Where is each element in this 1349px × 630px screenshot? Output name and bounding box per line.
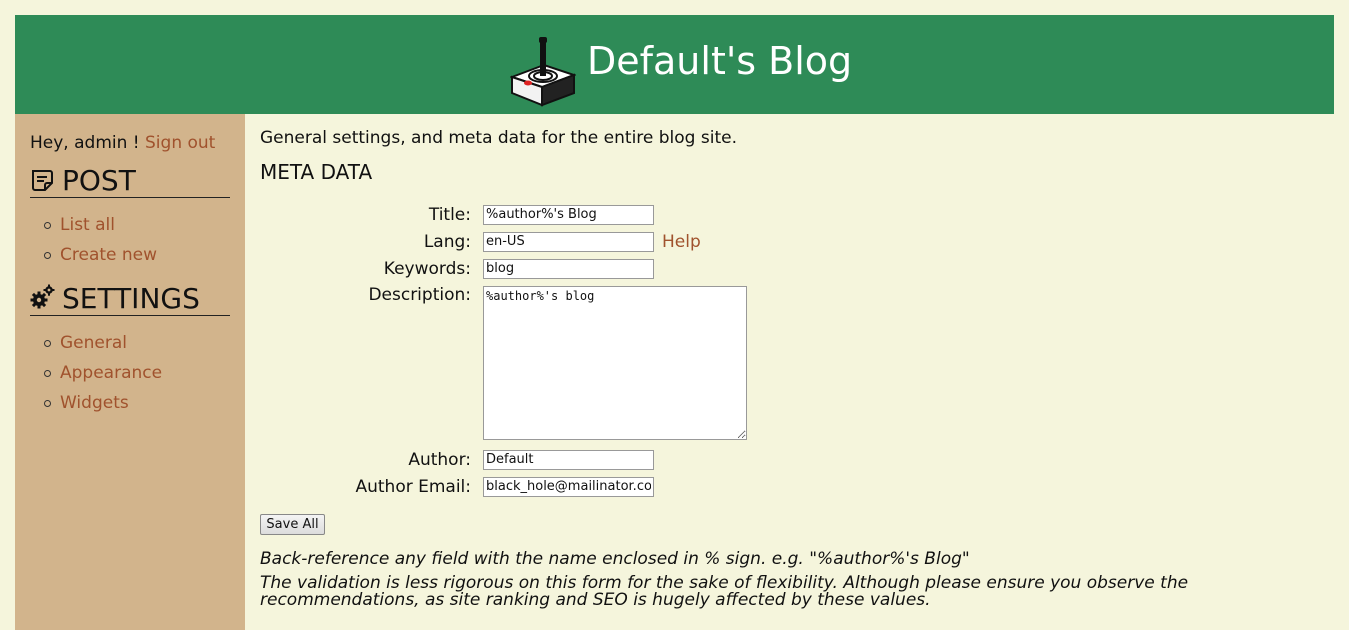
- keywords-label: Keywords:: [383, 259, 471, 279]
- section-title-post: POST: [62, 164, 136, 197]
- settings-nav: General Appearance Widgets: [43, 333, 162, 423]
- lang-input[interactable]: [483, 232, 654, 252]
- nav-link-widgets[interactable]: Widgets: [60, 393, 129, 413]
- nav-link-general[interactable]: General: [60, 333, 127, 353]
- nav-link-appearance[interactable]: Appearance: [60, 363, 162, 383]
- author-email-input[interactable]: [483, 477, 654, 497]
- sign-out-link[interactable]: Sign out: [145, 133, 215, 153]
- nav-item-create-new[interactable]: Create new: [43, 245, 157, 275]
- validation-note: The validation is less rigorous on this …: [260, 573, 1189, 610]
- lang-label: Lang:: [423, 232, 471, 252]
- page-intro: General settings, and meta data for the …: [260, 128, 737, 148]
- post-icon: [32, 170, 53, 191]
- description-label: Description:: [368, 285, 471, 305]
- sidebar-section-post: POST: [30, 164, 230, 198]
- title-label: Title:: [428, 205, 471, 225]
- description-textarea[interactable]: %author%'s blog: [483, 286, 747, 440]
- meta-data-heading: META DATA: [260, 160, 373, 184]
- lang-help-link[interactable]: Help: [662, 232, 701, 252]
- back-reference-note: Back-reference any field with the name e…: [260, 549, 970, 569]
- author-email-label: Author Email:: [355, 477, 471, 497]
- nav-item-list-all[interactable]: List all: [43, 215, 157, 245]
- nav-link-list-all[interactable]: List all: [60, 215, 115, 235]
- joystick-icon[interactable]: [510, 35, 576, 107]
- post-nav: List all Create new: [43, 215, 157, 275]
- nav-item-appearance[interactable]: Appearance: [43, 363, 162, 393]
- site-title[interactable]: Default's Blog: [587, 40, 852, 83]
- user-greeting: Hey, admin ! Sign out: [30, 133, 215, 153]
- keywords-input[interactable]: [483, 259, 654, 279]
- nav-item-widgets[interactable]: Widgets: [43, 393, 162, 423]
- gears-icon: [30, 284, 55, 309]
- save-all-button[interactable]: Save All: [260, 514, 325, 535]
- title-input[interactable]: [483, 205, 654, 225]
- site-header: Default's Blog: [15, 15, 1334, 114]
- section-title-settings: SETTINGS: [62, 282, 200, 315]
- page: Default's Blog Hey, admin ! Sign out POS…: [15, 15, 1334, 630]
- author-input[interactable]: [483, 450, 654, 470]
- greeting-text: Hey, admin !: [30, 133, 140, 153]
- author-label: Author:: [408, 450, 471, 470]
- nav-item-general[interactable]: General: [43, 333, 162, 363]
- nav-link-create-new[interactable]: Create new: [60, 245, 157, 265]
- sidebar: Hey, admin ! Sign out POST List all Crea…: [15, 114, 245, 630]
- sidebar-section-settings: SETTINGS: [30, 282, 230, 316]
